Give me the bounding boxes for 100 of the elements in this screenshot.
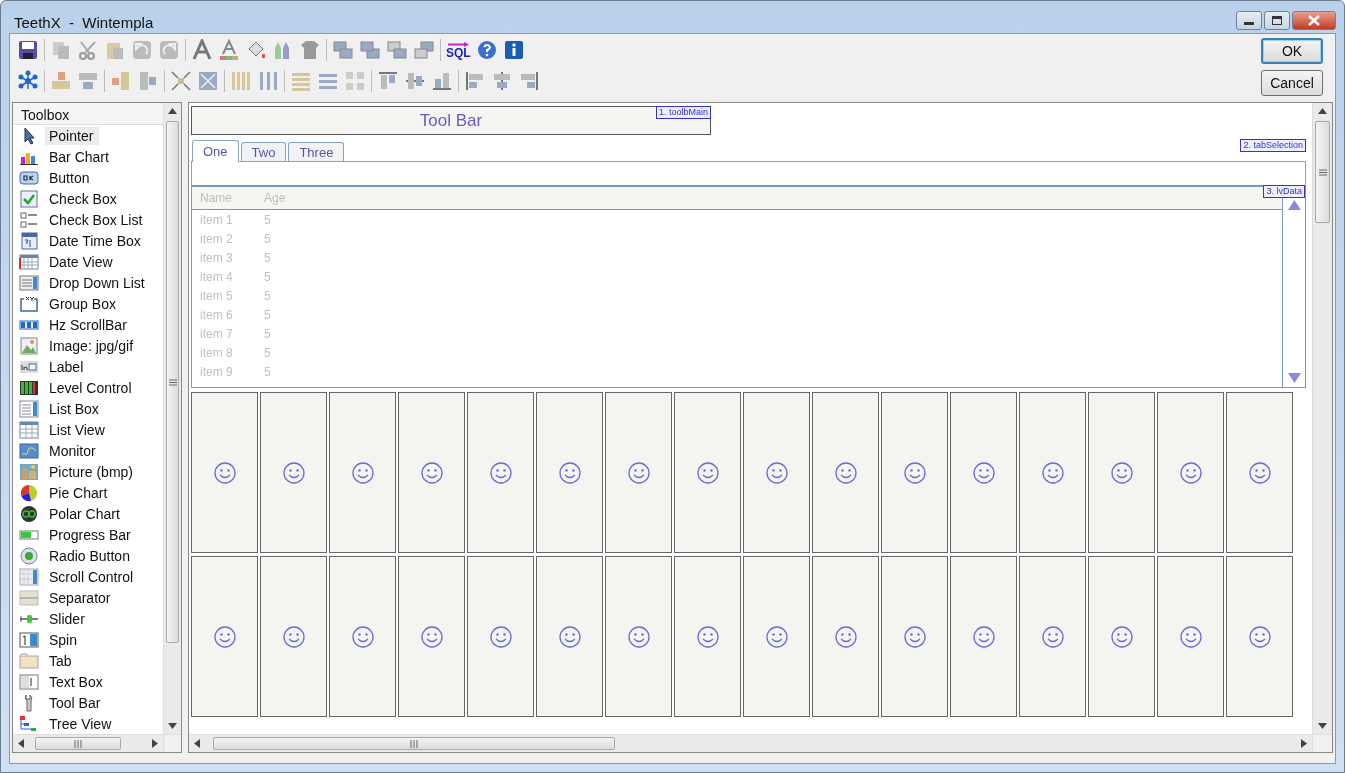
asterisk-icon[interactable] [17,70,39,92]
image-tile[interactable] [674,392,741,553]
tab[interactable]: One [192,140,239,162]
image-tile[interactable] [812,556,879,717]
minimize-button[interactable] [1236,11,1262,30]
toolbox-item[interactable]: Bar Chart [45,147,115,166]
image-tile[interactable] [260,556,327,717]
image-tile[interactable] [743,556,810,717]
image-tile[interactable] [1088,392,1155,553]
align-right-icon[interactable] [518,70,540,92]
overlapping-rects-icon[interactable] [332,39,354,61]
image-tile[interactable] [950,392,1017,553]
toolbox-item[interactable]: Label [45,357,90,376]
align-left-icon[interactable] [464,70,486,92]
image-tile[interactable] [536,392,603,553]
overlapping-rects-icon[interactable] [386,39,408,61]
help-icon[interactable] [475,39,498,61]
scroll-left-icon[interactable] [18,739,24,748]
overlapping-rects-icon[interactable] [359,39,381,61]
toolbox-item[interactable]: List Box [45,399,105,418]
image-tile[interactable] [812,392,879,553]
image-tile[interactable] [191,392,258,553]
scrollbar-thumb[interactable] [166,121,179,643]
toolbox-item[interactable]: Pointer [45,126,100,145]
vertical-scrollbar[interactable] [163,103,181,734]
toolbox-item[interactable]: Level Control [45,378,138,397]
image-tile[interactable] [881,556,948,717]
scroll-right-icon[interactable] [1301,739,1307,748]
toolbox-item[interactable]: Radio Button [45,546,136,565]
toolbox-item[interactable]: Spin [45,630,84,649]
toolbox-item[interactable]: Text Box [45,672,109,691]
scrollbar-thumb[interactable] [1315,121,1330,223]
close-button[interactable] [1292,11,1336,30]
horizontal-scrollbar[interactable] [13,734,163,752]
scrollbar-thumb[interactable] [35,737,121,750]
tab[interactable]: Three [288,142,345,161]
toolbox-item[interactable]: Progress Bar [45,525,137,544]
toolbox-item[interactable]: Scroll Control [45,567,140,586]
image-tile[interactable] [1157,556,1224,717]
image-tile[interactable] [950,556,1017,717]
image-tile[interactable] [398,392,465,553]
toolbox-item[interactable]: Drop Down List [45,273,151,292]
info-icon[interactable] [502,39,525,61]
toolbox-item[interactable]: Check Box List [45,210,149,229]
horizontal-scrollbar[interactable] [189,734,1312,752]
align-bottom-icon[interactable] [431,70,453,92]
image-tile[interactable] [536,556,603,717]
cancel-button[interactable]: Cancel [1261,70,1323,96]
image-tile[interactable] [605,556,672,717]
toolbox-item[interactable]: Tool Bar [45,693,107,712]
toolbox-item[interactable]: List View [45,420,111,439]
align-center-icon[interactable] [491,70,513,92]
maximize-button[interactable] [1264,11,1290,30]
image-tile[interactable] [743,392,810,553]
toolbox-item[interactable]: Pie Chart [45,483,114,502]
image-tile[interactable] [1157,392,1224,553]
scroll-down-icon[interactable] [1318,723,1327,729]
toolbox-item[interactable]: Polar Chart [45,504,126,523]
image-tile[interactable] [467,392,534,553]
align-top-icon[interactable] [377,70,399,92]
image-tile[interactable] [1226,392,1293,553]
toolbox-item[interactable]: Monitor [45,441,102,460]
image-tile[interactable] [191,556,258,717]
sql-button[interactable]: SQL [446,41,471,59]
shrink-icon[interactable] [170,70,192,92]
image-tile[interactable] [605,392,672,553]
toolbox-item[interactable]: Slider [45,609,91,628]
vertical-scrollbar[interactable] [1312,103,1332,734]
tab[interactable]: Two [240,142,287,161]
scroll-left-icon[interactable] [194,739,200,748]
image-tile[interactable] [881,392,948,553]
image-tile[interactable] [1088,556,1155,717]
image-tile[interactable] [329,392,396,553]
image-tile[interactable] [467,556,534,717]
toolbox-item[interactable]: Date Time Box [45,231,147,250]
image-tile[interactable] [1226,556,1293,717]
image-tile[interactable] [398,556,465,717]
toolbox-item[interactable]: Separator [45,588,117,607]
toolbox-item[interactable]: Picture (bmp) [45,462,140,481]
scroll-down-icon[interactable] [168,723,177,729]
toolbox-item[interactable]: Date View [45,252,119,271]
scrollbar-thumb[interactable] [213,737,615,750]
toolbox-item[interactable]: Button [45,168,96,187]
toolbox-item[interactable]: Tab [45,651,78,670]
toolbar-control[interactable]: Tool Bar 1. toolbMain [191,106,711,135]
letter-a-icon[interactable] [191,39,213,61]
scroll-up-icon[interactable] [1318,108,1327,114]
image-tile[interactable] [1019,556,1086,717]
image-tile[interactable] [260,392,327,553]
ok-button[interactable]: OK [1261,38,1323,64]
scroll-up-icon[interactable] [168,108,177,114]
toolbox-item[interactable]: Check Box [45,189,123,208]
image-tile[interactable] [1019,392,1086,553]
toolbox-item[interactable]: Image: jpg/gif [45,336,140,355]
overlapping-rects-icon[interactable] [413,39,435,61]
scroll-right-icon[interactable] [152,739,158,748]
toolbox-item[interactable]: Tree View [45,714,118,733]
image-tile[interactable] [329,556,396,717]
image-tile[interactable] [674,556,741,717]
toolbox-item[interactable]: Group Box [45,294,122,313]
